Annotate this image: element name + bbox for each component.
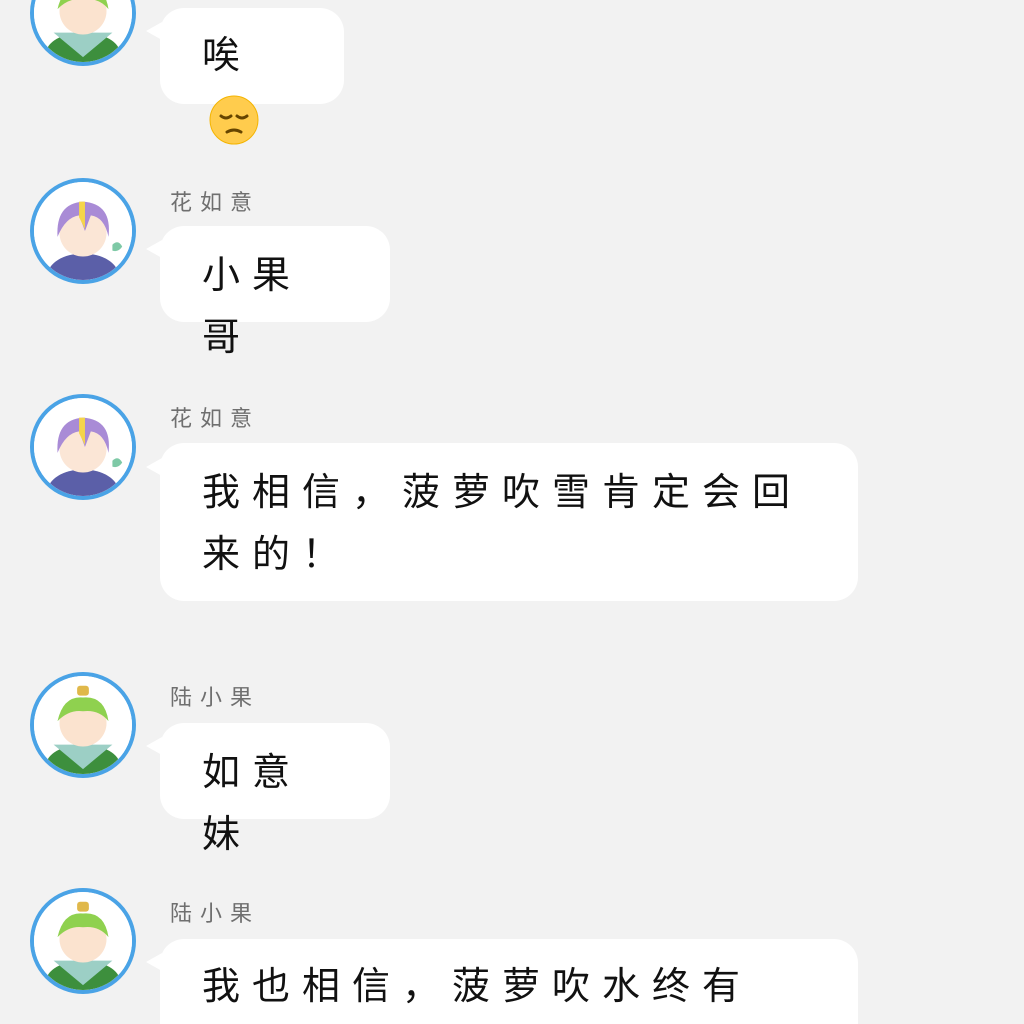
sender-name: 陆小果 <box>170 902 261 927</box>
message-bubble[interactable]: 我相信，菠萝吹雪肯定会回来的！ <box>160 443 858 601</box>
message-bubble[interactable]: 唉 <box>160 8 344 144</box>
sender-name: 花如意 <box>170 407 261 432</box>
avatar-green-hair[interactable] <box>30 672 136 778</box>
message-text: 我相信，菠萝吹雪肯定会回来的！ <box>202 470 803 576</box>
sender-name: 花如意 <box>170 191 261 216</box>
message-bubble[interactable]: 我也相信，菠萝吹水终有 <box>160 939 858 1024</box>
message-text: 如意妹 <box>202 750 303 856</box>
message-bubble[interactable]: 小果哥 <box>160 226 390 359</box>
message-bubble[interactable]: 如意妹 <box>160 723 390 856</box>
avatar-green-hair[interactable] <box>30 0 136 66</box>
sender-name: 陆小果 <box>170 686 261 711</box>
avatar-purple-hair[interactable] <box>30 178 136 284</box>
avatar-green-hair[interactable] <box>30 888 136 994</box>
message-text: 唉 <box>202 33 253 77</box>
avatar-purple-hair[interactable] <box>30 394 136 500</box>
message-text: 小果哥 <box>202 253 303 359</box>
pensive-face-emoji <box>208 94 260 146</box>
message-text: 我也相信，菠萝吹水终有 <box>202 964 753 1008</box>
